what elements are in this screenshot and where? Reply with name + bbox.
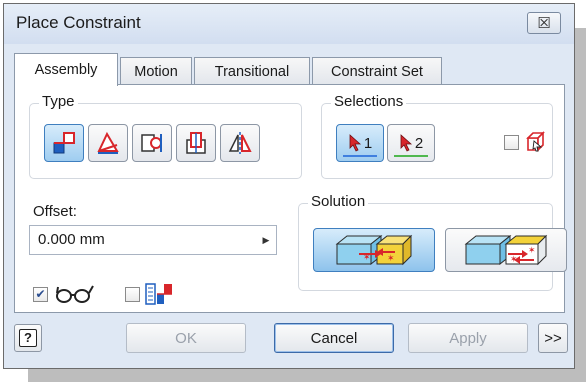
predict-offset-icon bbox=[145, 283, 172, 305]
tab-motion[interactable]: Motion bbox=[120, 57, 192, 85]
offset-input[interactable]: 0.000 mm ▶ bbox=[29, 225, 277, 255]
solution-mate-button[interactable]: ✶ ✶ bbox=[313, 228, 435, 272]
apply-button[interactable]: Apply bbox=[408, 323, 528, 353]
select-second-button[interactable]: 2 bbox=[387, 124, 435, 162]
mate-type-button[interactable] bbox=[44, 124, 84, 162]
title-bar: Place Constraint ☒ bbox=[4, 4, 574, 44]
help-icon: ? bbox=[19, 329, 37, 347]
type-group-label: Type bbox=[39, 93, 78, 110]
select-first-button[interactable]: 1 bbox=[336, 124, 384, 162]
svg-text:✶: ✶ bbox=[387, 254, 395, 264]
select-second-underline bbox=[394, 155, 428, 157]
offset-value: 0.000 mm bbox=[38, 231, 105, 248]
help-button[interactable]: ? bbox=[14, 324, 42, 352]
window-title: Place Constraint bbox=[16, 13, 141, 32]
selections-group-label: Selections bbox=[331, 93, 407, 110]
glasses-icon bbox=[56, 285, 94, 303]
angle-icon bbox=[97, 131, 119, 154]
assembly-panel: Type Selections 1 2 Offset: 0.000 mm ▶ S… bbox=[14, 84, 567, 313]
pick-part-first-icon bbox=[526, 131, 545, 152]
more-options-button[interactable]: >> bbox=[538, 323, 568, 353]
select-first-number: 1 bbox=[363, 134, 373, 152]
offset-spin-arrow[interactable]: ▶ bbox=[256, 226, 276, 254]
offset-label: Offset: bbox=[33, 203, 77, 220]
cancel-button[interactable]: Cancel bbox=[274, 323, 394, 353]
close-button[interactable]: ☒ bbox=[527, 12, 561, 34]
select-first-underline bbox=[343, 155, 377, 157]
show-preview-checkbox[interactable]: ✔ bbox=[33, 287, 48, 302]
flush-solution-icon: ✶ ✶ bbox=[464, 234, 548, 266]
place-constraint-dialog: Place Constraint ☒ Assembly Motion Trans… bbox=[3, 3, 575, 369]
select-second-number: 2 bbox=[414, 134, 424, 152]
mate-solution-icon: ✶ ✶ bbox=[335, 234, 413, 266]
angle-type-button[interactable] bbox=[88, 124, 128, 162]
svg-text:✶: ✶ bbox=[363, 253, 371, 263]
mate-icon bbox=[53, 132, 75, 154]
checkmark-icon: ✔ bbox=[35, 287, 46, 301]
select-arrow-icon bbox=[400, 134, 412, 152]
close-icon: ☒ bbox=[537, 15, 551, 32]
chevron-right-icon: ▶ bbox=[262, 234, 270, 245]
type-group: Type bbox=[29, 93, 302, 179]
insert-icon bbox=[186, 132, 206, 154]
tangent-type-button[interactable] bbox=[132, 124, 172, 162]
tab-transitional[interactable]: Transitional bbox=[194, 57, 310, 85]
select-arrow-icon bbox=[349, 134, 361, 152]
symmetry-icon bbox=[228, 132, 252, 154]
ok-button[interactable]: OK bbox=[126, 323, 246, 353]
symmetry-type-button[interactable] bbox=[220, 124, 260, 162]
selections-group: Selections 1 2 bbox=[321, 93, 553, 179]
solution-group-label: Solution bbox=[308, 193, 369, 210]
svg-text:✶: ✶ bbox=[528, 246, 536, 256]
tab-constraint-set[interactable]: Constraint Set bbox=[312, 57, 442, 85]
tangent-icon bbox=[141, 134, 162, 152]
svg-text:✶: ✶ bbox=[510, 255, 518, 265]
insert-type-button[interactable] bbox=[176, 124, 216, 162]
solution-flush-button[interactable]: ✶ ✶ bbox=[445, 228, 567, 272]
predict-offset-checkbox[interactable] bbox=[125, 287, 140, 302]
tab-assembly[interactable]: Assembly bbox=[14, 53, 118, 86]
pick-part-first-checkbox[interactable] bbox=[504, 135, 519, 150]
solution-group: Solution ✶ ✶ ✶ ✶ bbox=[298, 193, 567, 291]
